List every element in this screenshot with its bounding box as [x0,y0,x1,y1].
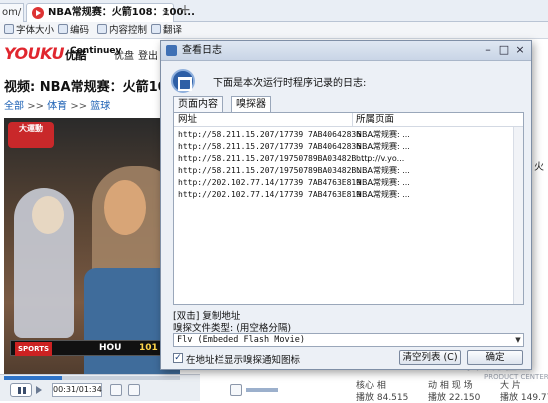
log-dialog: 查看日志 – □ × 下面是本次运行时程序记录的日志: 页面内容 嗅探器 网址 … [160,40,532,370]
breadcrumb-all[interactable]: 全部 [4,101,24,112]
fullscreen-icon[interactable] [128,384,140,396]
file-types-label: 嗅探文件类型: (用空格分隔) [173,323,292,334]
font-size-button[interactable]: 字体大小 [4,22,54,39]
font-size-icon [4,24,14,34]
table-row[interactable]: http://202.102.77.14/17739 7AB4763E819..… [174,177,523,189]
header-link-logout[interactable]: 登出 [138,47,158,62]
row-url: http://58.211.15.207/17739 7AB40642836..… [178,130,376,139]
table-row[interactable]: http://58.211.15.207/19750789BA03482B...… [174,165,523,177]
side-text: 火 [534,162,544,173]
play-count: 播放 149.77 [500,393,548,403]
ok-button[interactable]: 确定 [467,350,523,365]
dialog-message: 下面是本次运行时程序记录的日志: [213,78,367,89]
close-button[interactable]: × [513,44,527,57]
time-display: 00:31/01:34 [52,383,102,397]
encoding-icon [58,24,68,34]
row-url: http://58.211.15.207/17739 7AB40642836..… [178,142,376,151]
tab-sniffer[interactable]: 嗅探器 [231,96,271,113]
tab-page-content[interactable]: 页面内容 [173,96,223,113]
row-url: http://202.102.77.14/17739 7AB4763E819..… [178,178,376,187]
volume-slider[interactable] [246,388,278,392]
translate-icon [151,24,161,34]
play-count: 播放 84.515 [356,393,409,403]
row-page: NBA常规赛: ... [356,190,410,199]
play-icon [32,7,44,19]
table-row[interactable]: http://58.211.15.207/17739 7AB40642836..… [174,141,523,153]
translate-button[interactable]: 翻译 [151,22,182,39]
column-page[interactable]: 所属页面 [356,113,394,127]
file-type-select[interactable]: Flv (Embeded Flash Movie) ▼ [173,333,524,347]
breadcrumb: 全部 >> 体育 >> 篮球 [4,97,110,112]
toolbar: 字体大小 编码 内容控制 翻译 [0,22,548,39]
watermark-sub: PRODUCT CENTER [484,373,548,381]
row-url: http://58.211.15.207/19750789BA03482B... [178,166,371,175]
tab-title: NBA常规赛：火箭108：100... [48,7,195,18]
list-header: 网址 所属页面 [174,113,523,127]
show-icon-checkbox[interactable]: ✓ [173,353,183,363]
breadcrumb-separator: >> [70,101,88,112]
tab-close-button[interactable]: × [161,4,170,22]
video-figure [32,196,64,234]
row-page: NBA常规赛: ... [356,130,410,139]
volume-icon[interactable] [230,384,242,396]
row-page: NBA常规赛: ... [356,166,410,175]
encoding-button[interactable]: 编码 [58,22,89,39]
dialog-title: 查看日志 [182,45,222,56]
column-divider[interactable] [352,113,353,127]
video-figure [104,180,146,235]
log-icon [171,69,195,93]
table-row[interactable]: http://58.211.15.207/19750789BA03482B...… [174,153,523,165]
header-link-youpan[interactable]: 优盘 [114,47,134,62]
dialog-titlebar[interactable]: 查看日志 – □ × [161,41,531,61]
breadcrumb-separator: >> [27,101,44,112]
score-team: HOU [99,343,122,353]
list-scrollbar[interactable] [513,127,523,304]
next-icon[interactable] [36,386,44,394]
app-icon [166,45,177,56]
address-fragment[interactable]: om/ [0,3,24,22]
table-row[interactable]: http://58.211.15.207/17739 7AB40642836..… [174,129,523,141]
breadcrumb-basketball[interactable]: 篮球 [90,101,110,112]
new-tab-button[interactable]: + [178,3,192,18]
row-url: http://202.102.77.14/17739 7AB4763E819..… [178,190,376,199]
row-page: http://v.yo... [356,154,405,163]
progress-bar[interactable] [4,376,180,380]
score-value: 101 [139,343,158,353]
file-type-value: Flv (Embeded Flash Movie) [177,335,305,345]
maximize-button[interactable]: □ [497,44,511,57]
row-page: NBA常规赛: ... [356,142,410,151]
active-tab[interactable]: NBA常规赛：火箭108：100... × [26,3,195,22]
chevron-down-icon[interactable]: ▼ [513,334,523,346]
pause-button[interactable] [10,383,32,397]
score-bar: SPORTS HOU 101 [10,340,174,356]
shield-icon [97,24,107,34]
column-url[interactable]: 网址 [178,113,197,127]
video-player[interactable]: 大運動 SPORTS HOU 101 [4,118,180,382]
show-icon-label: 在地址栏显示嗅探通知图标 [186,355,301,366]
settings-icon[interactable] [110,384,122,396]
sniffer-list[interactable]: 网址 所属页面 http://58.211.15.207/17739 7AB40… [173,112,524,305]
minimize-button[interactable]: – [481,44,495,57]
play-count: 播放 22.150 [428,393,481,403]
breadcrumb-sports[interactable]: 体育 [47,101,67,112]
clear-list-button[interactable]: 清空列表 (C) [399,350,461,365]
row-page: NBA常规赛: ... [356,178,410,187]
content-control-button[interactable]: 内容控制 [97,22,147,39]
table-row[interactable]: http://202.102.77.14/17739 7AB4763E819..… [174,189,523,201]
progress-fill [4,376,63,380]
row-url: http://58.211.15.207/19750789BA03482B... [178,154,371,163]
channel-logo: 大運動 [8,122,54,148]
score-league: SPORTS [15,342,53,356]
